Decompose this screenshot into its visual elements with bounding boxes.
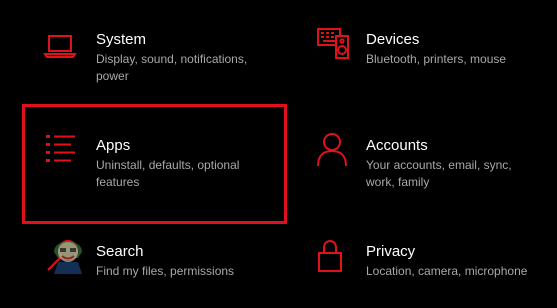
settings-tile-search[interactable]: Search Find my files, permissions [30, 234, 280, 304]
tile-description: Find my files, permissions [96, 264, 235, 278]
settings-tile-accounts[interactable]: Accounts Your accounts, email, sync, wor… [300, 128, 550, 198]
tile-title: Devices [366, 31, 420, 48]
laptop-icon [40, 26, 80, 66]
person-icon [312, 130, 352, 170]
tile-description: Location, camera, microphone [366, 264, 528, 278]
magnifier-icon [42, 236, 82, 276]
apps-list-icon [42, 130, 82, 170]
tile-title: Search [96, 243, 144, 260]
tile-title: Apps [96, 137, 131, 154]
settings-tile-privacy[interactable]: Privacy Location, camera, microphone [300, 234, 550, 304]
settings-tile-apps[interactable]: Apps Uninstall, defaults, optional featu… [30, 128, 280, 198]
tile-description: Uninstall, defaults, optional features [96, 158, 240, 189]
tile-title: Privacy [366, 243, 416, 260]
keyboard-speaker-icon [314, 24, 354, 64]
tile-description: Bluetooth, printers, mouse [366, 52, 507, 66]
tile-title: Accounts [366, 137, 428, 154]
settings-tile-system[interactable]: System Display, sound, notifications, po… [30, 22, 280, 92]
settings-tile-devices[interactable]: Devices Bluetooth, printers, mouse [300, 22, 550, 92]
lock-icon [310, 236, 350, 276]
tile-description: Display, sound, notifications, power [96, 52, 248, 83]
tile-title: System [96, 31, 147, 48]
tile-description: Your accounts, email, sync, work, family [366, 158, 512, 189]
